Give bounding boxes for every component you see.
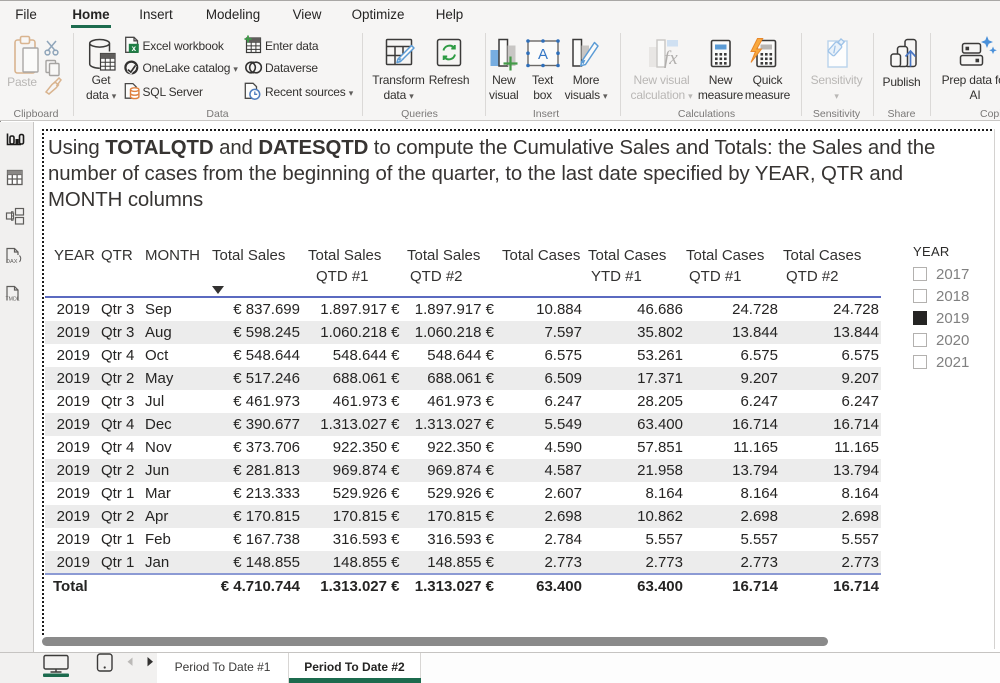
svg-text:fx: fx [664,48,678,69]
svg-text:A: A [538,46,548,63]
svg-text:x: x [132,44,137,53]
svg-text:TMDL: TMDL [6,297,20,303]
svg-text:DAX: DAX [6,259,18,265]
